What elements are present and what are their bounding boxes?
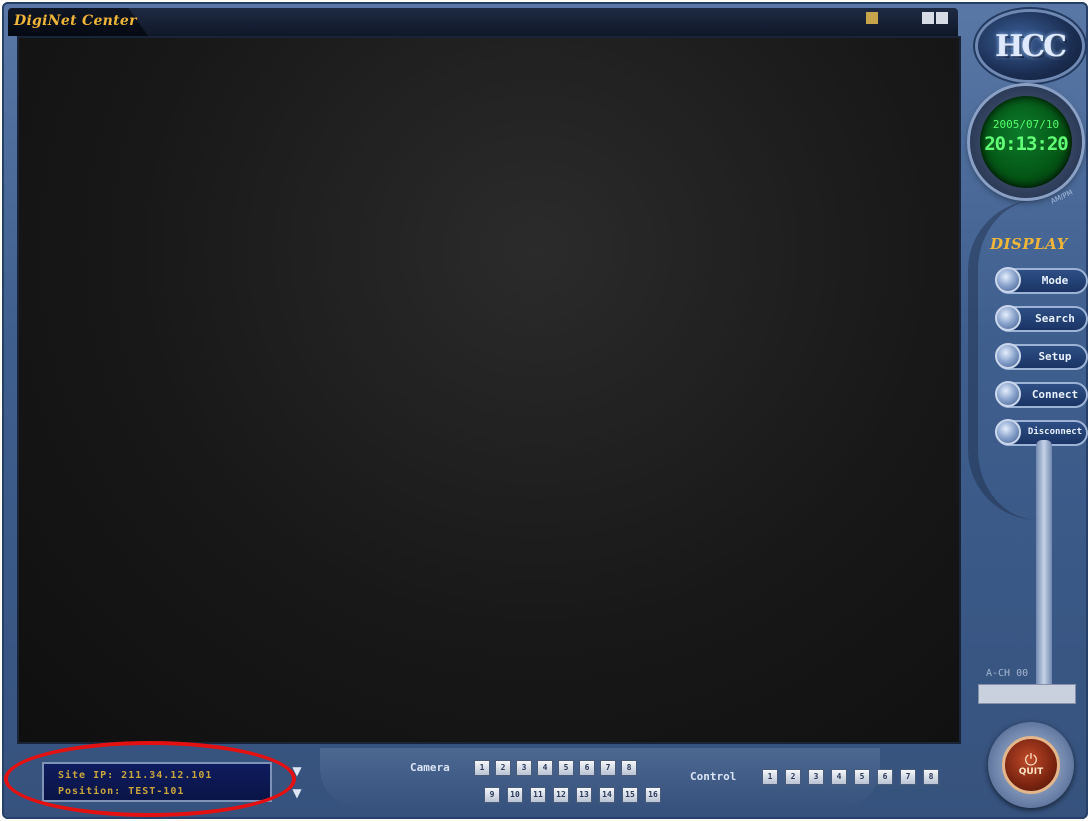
connect-button-label: Connect [1031,388,1079,401]
camera-button-5[interactable]: 5 [558,760,574,776]
control-button-6[interactable]: 6 [877,769,893,785]
search-button[interactable]: Search [995,305,1088,332]
camera-button-14[interactable]: 14 [599,787,615,803]
minimize-icon[interactable] [922,12,934,24]
disconnect-button-label: Disconnect [1027,427,1083,437]
control-button-8[interactable]: 8 [923,769,939,785]
logo-text: HCC [994,28,1067,64]
app-title: DigiNet Center [14,13,137,29]
control-button-4[interactable]: 4 [831,769,847,785]
camera-button-7[interactable]: 7 [600,760,616,776]
highlight-annotation [4,741,296,817]
mode-button-label: Mode [1041,274,1069,287]
control-button-1[interactable]: 1 [762,769,778,785]
camera-button-16[interactable]: 16 [645,787,661,803]
camera-label: Camera [410,761,450,774]
camera-button-10[interactable]: 10 [507,787,523,803]
video-display-area[interactable] [17,36,961,744]
camera-button-11[interactable]: 11 [530,787,546,803]
camera-button-6[interactable]: 6 [579,760,595,776]
control-button-3[interactable]: 3 [808,769,824,785]
camera-button-2[interactable]: 2 [495,760,511,776]
button-knob-icon [995,305,1021,331]
button-knob-icon [995,343,1021,369]
camera-button-3[interactable]: 3 [516,760,532,776]
control-label: Control [690,770,737,783]
control-button-5[interactable]: 5 [854,769,870,785]
clock-date: 2005/07/10 [992,118,1060,131]
brand-logo: HCC [978,12,1082,80]
power-icon: ⏻ [1024,750,1038,769]
camera-button-9[interactable]: 9 [484,787,500,803]
button-knob-icon [995,419,1021,445]
audio-channel-field[interactable] [978,684,1076,704]
close-icon[interactable] [936,12,948,24]
arrow-down-icon[interactable]: ▼ [292,786,301,800]
connect-button[interactable]: Connect [995,381,1088,408]
camera-button-1[interactable]: 1 [474,760,490,776]
camera-button-12[interactable]: 12 [553,787,569,803]
title-bar [8,8,958,36]
quit-button[interactable]: ⏻ QUIT [1002,736,1060,794]
display-heading: DISPLAY [990,235,1068,253]
camera-button-15[interactable]: 15 [622,787,638,803]
camera-button-13[interactable]: 13 [576,787,592,803]
search-button-label: Search [1035,312,1075,325]
audio-channel-label: A-CH 00 [986,668,1029,679]
button-knob-icon [995,381,1021,407]
control-button-7[interactable]: 7 [900,769,916,785]
setup-button-label: Setup [1038,350,1072,363]
camera-button-4[interactable]: 4 [537,760,553,776]
mode-button[interactable]: Mode [995,267,1088,294]
audio-slider-track[interactable] [1036,440,1052,690]
control-button-2[interactable]: 2 [785,769,801,785]
setup-button[interactable]: Setup [995,343,1088,370]
button-knob-icon [995,267,1021,293]
camera-button-8[interactable]: 8 [621,760,637,776]
tray-icon[interactable] [866,12,878,24]
clock-time: 20:13:20 [984,133,1069,155]
quit-label: QUIT [1018,767,1044,777]
